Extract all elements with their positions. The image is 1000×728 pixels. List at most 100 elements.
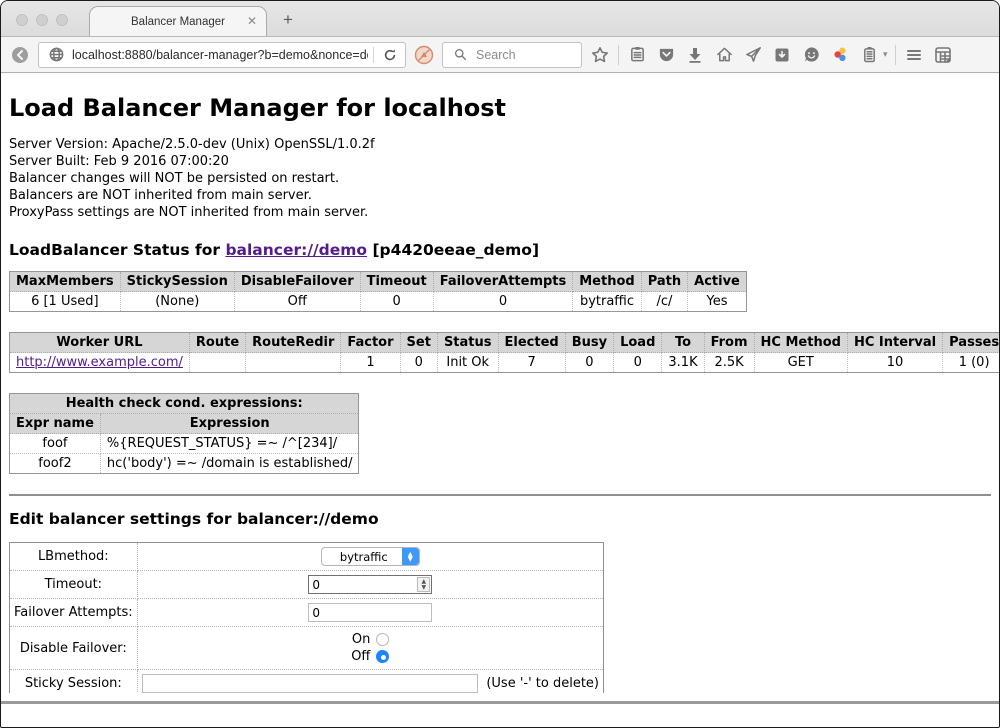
cell-elected: 7 <box>498 353 565 373</box>
timeout-row: Timeout: ▲▼ <box>10 571 604 599</box>
reload-icon[interactable] <box>379 44 401 66</box>
loadbalancer-status-heading: LoadBalancer Status for balancer://demo … <box>9 241 991 259</box>
tab-balancer-manager[interactable]: Balancer Manager ✕ <box>89 6 267 36</box>
col-from: From <box>704 333 754 353</box>
cell-to: 3.1K <box>662 353 704 373</box>
tab-close-icon[interactable]: ✕ <box>247 15 257 27</box>
page-content: Load Balancer Manager for localhost Serv… <box>1 73 999 693</box>
tracking-blocked-icon[interactable] <box>413 44 435 66</box>
status-heading-suffix: [p4420eeae_demo] <box>367 241 539 259</box>
tab-groups-grid-icon[interactable] <box>932 44 954 66</box>
cell-expression: hc('body') =~ /domain is established/ <box>100 454 359 474</box>
cell-timeout: 0 <box>360 292 433 312</box>
cell-expression: %{REQUEST_STATUS} =~ /^[234]/ <box>100 434 359 454</box>
cell-hc-interval: 10 <box>847 353 942 373</box>
site-identity-globe-icon[interactable] <box>45 44 67 66</box>
health-check-table: Health check cond. expressions: Expr nam… <box>9 393 359 474</box>
cell-set: 0 <box>400 353 437 373</box>
url-text[interactable]: localhost:8880/balancer-manager?b=demo&n… <box>72 48 368 62</box>
reading-list-icon[interactable] <box>626 44 648 66</box>
col-method: Method <box>573 272 641 292</box>
downloads-icon[interactable] <box>684 44 706 66</box>
col-disablefailover: DisableFailover <box>234 272 360 292</box>
failover-attempts-label: Failover Attempts: <box>10 599 138 627</box>
radio-off-label: Off <box>351 649 370 664</box>
search-input[interactable] <box>476 48 575 62</box>
minimize-window-button[interactable] <box>36 14 48 26</box>
search-bar[interactable] <box>442 42 582 68</box>
window-controls[interactable] <box>16 14 68 26</box>
sticky-session-hint: (Use '-' to delete) <box>486 676 599 691</box>
cell-active: Yes <box>688 292 747 312</box>
failover-attempts-row: Failover Attempts: <box>10 599 604 627</box>
cell-maxmembers: 6 [1 Used] <box>10 292 121 312</box>
col-failoverattempts: FailoverAttempts <box>433 272 573 292</box>
home-icon[interactable] <box>713 44 735 66</box>
container-battery-icon[interactable] <box>858 44 880 66</box>
timeout-label: Timeout: <box>10 571 138 599</box>
cell-from: 2.5K <box>704 353 754 373</box>
lbmethod-select[interactable]: bytraffic ▲▼ <box>321 547 420 566</box>
health-row-foof2: foof2 hc('body') =~ /domain is establish… <box>10 454 359 474</box>
back-button[interactable] <box>9 44 31 66</box>
failover-on-radio[interactable] <box>376 633 389 646</box>
col-passes: Passes <box>943 333 999 353</box>
balancer-demo-link[interactable]: balancer://demo <box>225 241 367 259</box>
cell-failoverattempts: 0 <box>433 292 573 312</box>
proxypass-notice-line: ProxyPass settings are NOT inherited fro… <box>9 204 991 221</box>
col-timeout: Timeout <box>360 272 433 292</box>
failover-off-radio[interactable] <box>376 650 389 663</box>
col-stickysession: StickySession <box>120 272 234 292</box>
new-tab-button[interactable]: + <box>283 10 293 30</box>
col-elected: Elected <box>498 333 565 353</box>
health-table-title: Health check cond. expressions: <box>10 394 359 414</box>
zoom-window-button[interactable] <box>56 14 68 26</box>
cell-route <box>189 353 245 373</box>
lbmethod-row: LBmethod: bytraffic ▲▼ <box>10 543 604 571</box>
navigation-toolbar: localhost:8880/balancer-manager?b=demo&n… <box>1 37 999 73</box>
bottom-divider <box>1 701 999 704</box>
sticky-session-input[interactable] <box>142 674 479 693</box>
worker-row: http://www.example.com/ 1 0 Init Ok 7 0 … <box>10 353 1000 373</box>
cell-routeredir <box>246 353 341 373</box>
pocket-icon[interactable] <box>655 44 677 66</box>
close-window-button[interactable] <box>16 14 28 26</box>
page-title: Load Balancer Manager for localhost <box>9 94 991 122</box>
url-bar[interactable]: localhost:8880/balancer-manager?b=demo&n… <box>38 42 406 68</box>
col-factor: Factor <box>341 333 400 353</box>
feedback-smiley-icon[interactable] <box>800 44 822 66</box>
timeout-input-wrap: ▲▼ <box>308 575 432 594</box>
tab-title: Balancer Manager <box>131 16 225 28</box>
chevron-down-icon[interactable]: ▾ <box>883 49 888 60</box>
number-spinner-icon[interactable]: ▲▼ <box>417 577 430 592</box>
disable-failover-label: Disable Failover: <box>10 627 138 670</box>
table-header-row: MaxMembers StickySession DisableFailover… <box>10 272 747 292</box>
table-row: 6 [1 Used] (None) Off 0 0 bytraffic /c/ … <box>10 292 747 312</box>
menu-hamburger-icon[interactable] <box>903 44 925 66</box>
cell-disablefailover: Off <box>234 292 360 312</box>
cell-path: /c/ <box>641 292 687 312</box>
send-tab-icon[interactable] <box>742 44 764 66</box>
colorways-dots-icon[interactable] <box>829 44 851 66</box>
lbmethod-label: LBmethod: <box>10 543 138 571</box>
cell-busy: 0 <box>565 353 613 373</box>
table-header-row: Worker URL Route RouteRedir Factor Set S… <box>10 333 1000 353</box>
cell-expr-name: foof2 <box>10 454 101 474</box>
col-busy: Busy <box>565 333 613 353</box>
col-set: Set <box>400 333 437 353</box>
radio-on-label: On <box>352 632 370 647</box>
tab-strip: Balancer Manager ✕ + <box>1 1 999 37</box>
device-sync-icon[interactable] <box>771 44 793 66</box>
balancer-settings-form: LBmethod: bytraffic ▲▼ Timeout: ▲▼ <box>9 542 604 693</box>
bookmark-star-icon[interactable] <box>589 44 611 66</box>
worker-url-link[interactable]: http://www.example.com/ <box>16 355 183 370</box>
cell-load: 0 <box>614 353 662 373</box>
toolbar-divider-2 <box>895 45 896 65</box>
timeout-input[interactable] <box>309 578 417 592</box>
disable-failover-row: Disable Failover: On Off <box>10 627 604 670</box>
col-status: Status <box>437 333 498 353</box>
col-to: To <box>662 333 704 353</box>
browser-window: Balancer Manager ✕ + localhost:8880/bala… <box>0 0 1000 728</box>
cell-hc-method: GET <box>754 353 847 373</box>
failover-attempts-input[interactable] <box>308 603 432 622</box>
